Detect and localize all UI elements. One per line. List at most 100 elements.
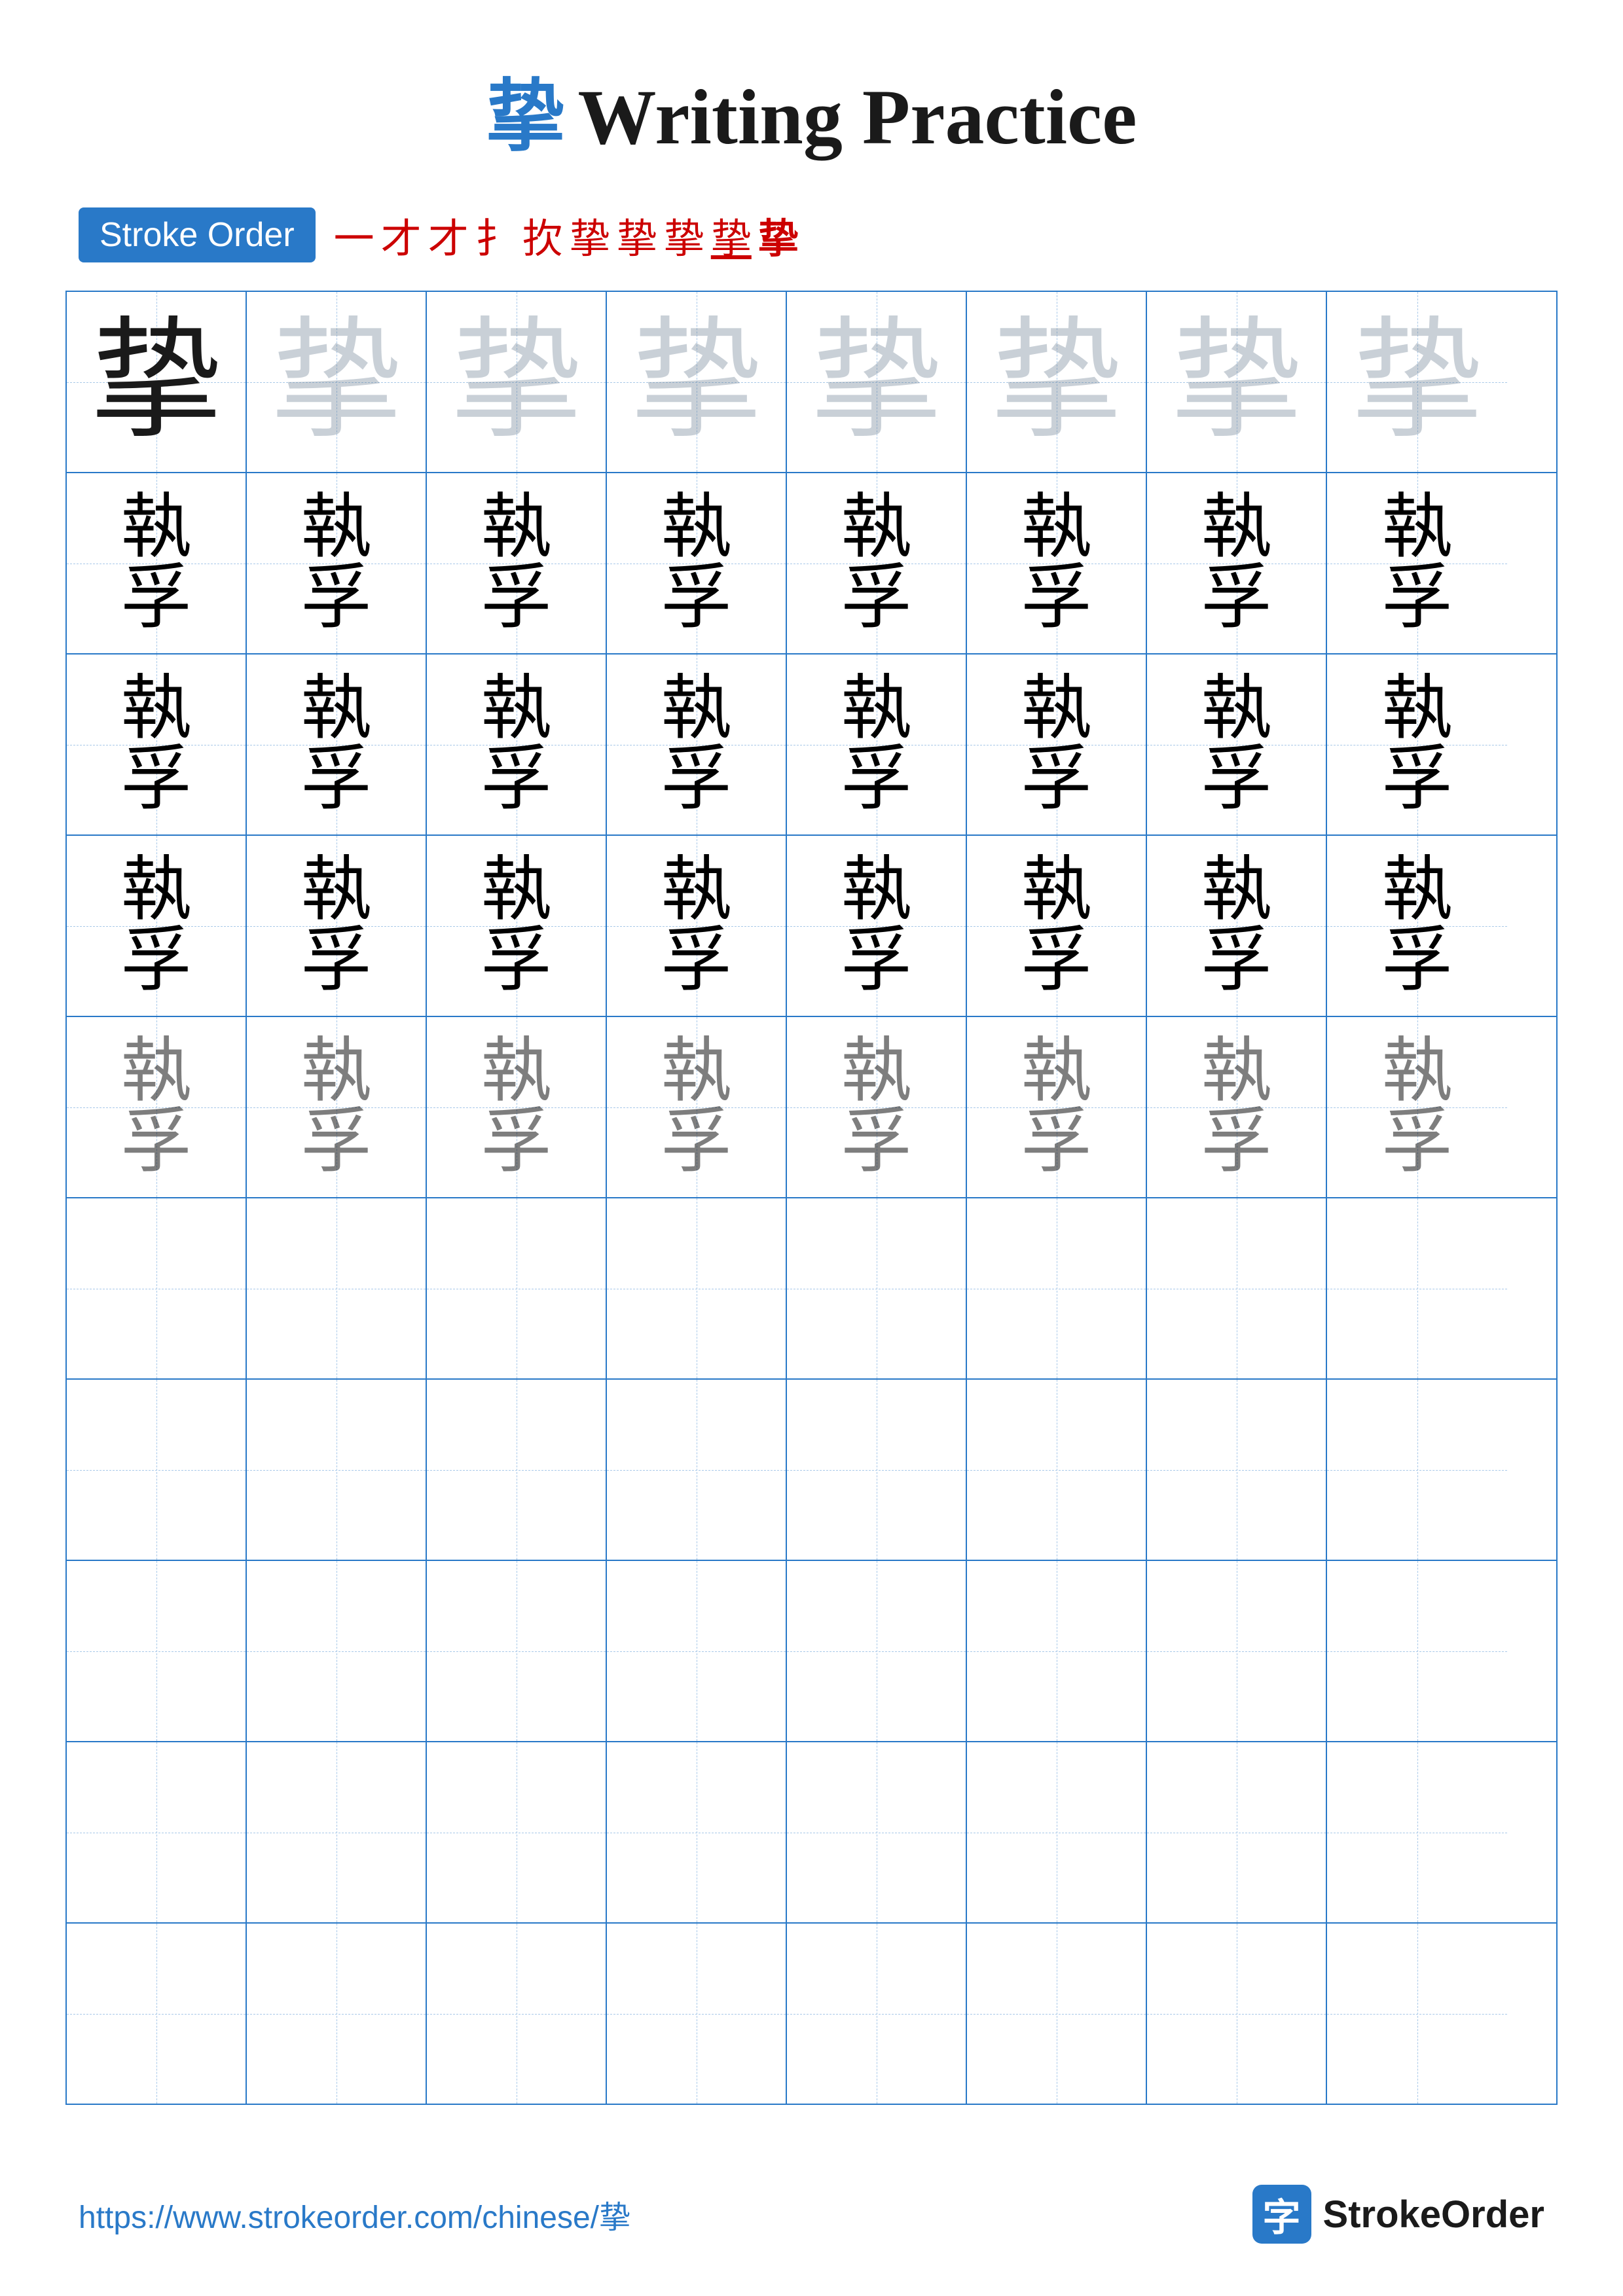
char-top: 執 <box>301 855 371 926</box>
grid-cell-8-3[interactable] <box>427 1561 607 1741</box>
grid-cell-7-6[interactable] <box>967 1380 1147 1560</box>
char-top: 執 <box>1021 674 1091 745</box>
grid-cell-7-8[interactable] <box>1327 1380 1507 1560</box>
char-bot: 孚 <box>120 745 191 816</box>
char-top: 執 <box>1021 855 1091 926</box>
grid-cell-3-1: 執 孚 <box>67 655 247 834</box>
grid-cell-6-5[interactable] <box>787 1198 967 1378</box>
grid-cell-10-2[interactable] <box>247 1924 427 2104</box>
grid-cell-7-2[interactable] <box>247 1380 427 1560</box>
grid-cell-6-2[interactable] <box>247 1198 427 1378</box>
char-top: 執 <box>120 855 191 926</box>
grid-cell-3-4: 執 孚 <box>607 655 787 834</box>
stroke-6: 挚 <box>570 206 610 264</box>
grid-cell-5-6: 執 孚 <box>967 1017 1147 1197</box>
char-top: 執 <box>120 493 191 564</box>
grid-cell-10-7[interactable] <box>1147 1924 1327 2104</box>
grid-row-9 <box>67 1742 1556 1924</box>
grid-cell-8-4[interactable] <box>607 1561 787 1741</box>
grid-cell-3-2: 執 孚 <box>247 655 427 834</box>
grid-cell-8-5[interactable] <box>787 1561 967 1741</box>
char-guide: 挚 <box>630 317 761 448</box>
grid-cell-9-2[interactable] <box>247 1742 427 1922</box>
grid-cell-7-1[interactable] <box>67 1380 247 1560</box>
grid-cell-10-5[interactable] <box>787 1924 967 2104</box>
stroke-3: 才 <box>428 206 469 264</box>
grid-cell-10-1[interactable] <box>67 1924 247 2104</box>
stroke-order-row: Stroke Order 一 才 才 扌 扻 挚 挚 挚 挚 挚 <box>0 206 1623 264</box>
char-bot: 孚 <box>1381 926 1452 997</box>
grid-cell-2-6: 執 孚 <box>967 473 1147 653</box>
char-top: 執 <box>1021 1037 1091 1107</box>
grid-row-3: 執 孚 執 孚 執 孚 執 孚 執 孚 執 孚 執 孚 執 孚 <box>67 655 1556 836</box>
grid-cell-8-8[interactable] <box>1327 1561 1507 1741</box>
grid-cell-6-8[interactable] <box>1327 1198 1507 1378</box>
char-top: 執 <box>1381 1037 1452 1107</box>
char-bot: 孚 <box>120 564 191 634</box>
char-top: 執 <box>1381 674 1452 745</box>
grid-cell-1-2: 挚 <box>247 292 427 472</box>
grid-cell-2-3: 執 孚 <box>427 473 607 653</box>
grid-row-5: 執 孚 執 孚 執 孚 執 孚 執 孚 執 孚 執 孚 執 孚 <box>67 1017 1556 1198</box>
stroke-4: 扌 <box>475 206 516 264</box>
char-bot: 孚 <box>1201 745 1271 816</box>
grid-cell-2-2: 執 孚 <box>247 473 427 653</box>
stroke-order-badge: Stroke Order <box>79 207 316 262</box>
grid-cell-1-7: 挚 <box>1147 292 1327 472</box>
char-bot: 孚 <box>1201 1107 1271 1178</box>
char-top: 執 <box>661 855 731 926</box>
grid-cell-1-1: 挚 <box>67 292 247 472</box>
char-bot: 孚 <box>481 564 551 634</box>
char-dark: 挚 <box>90 317 221 448</box>
char-bot: 孚 <box>1201 564 1271 634</box>
grid-cell-10-3[interactable] <box>427 1924 607 2104</box>
char-top: 執 <box>1201 493 1271 564</box>
grid-cell-4-5: 執 孚 <box>787 836 967 1016</box>
grid-cell-8-6[interactable] <box>967 1561 1147 1741</box>
grid-cell-8-1[interactable] <box>67 1561 247 1741</box>
char-top: 執 <box>661 674 731 745</box>
stroke-1: 一 <box>334 206 374 264</box>
grid-cell-10-8[interactable] <box>1327 1924 1507 2104</box>
grid-cell-2-4: 執 孚 <box>607 473 787 653</box>
grid-cell-9-1[interactable] <box>67 1742 247 1922</box>
char-bot: 孚 <box>841 1107 911 1178</box>
grid-cell-10-6[interactable] <box>967 1924 1147 2104</box>
grid-cell-7-5[interactable] <box>787 1380 967 1560</box>
grid-cell-4-6: 執 孚 <box>967 836 1147 1016</box>
grid-cell-9-8[interactable] <box>1327 1742 1507 1922</box>
grid-cell-6-4[interactable] <box>607 1198 787 1378</box>
stroke-9: 挚 <box>711 206 752 264</box>
footer: https://www.strokeorder.com/chinese/挚 字 … <box>0 2185 1623 2244</box>
char-bot: 孚 <box>1021 926 1091 997</box>
grid-cell-7-3[interactable] <box>427 1380 607 1560</box>
char-bot: 孚 <box>1021 564 1091 634</box>
grid-cell-6-3[interactable] <box>427 1198 607 1378</box>
char-bot: 孚 <box>301 926 371 997</box>
grid-cell-10-4[interactable] <box>607 1924 787 2104</box>
writing-grid: 挚 挚 挚 挚 挚 挚 挚 挚 執 孚 執 孚 <box>65 291 1558 2105</box>
grid-cell-6-7[interactable] <box>1147 1198 1327 1378</box>
grid-cell-5-3: 執 孚 <box>427 1017 607 1197</box>
char-top: 執 <box>1021 493 1091 564</box>
grid-cell-6-6[interactable] <box>967 1198 1147 1378</box>
char-bot: 孚 <box>1381 1107 1452 1178</box>
char-bot: 孚 <box>1381 745 1452 816</box>
char-bot: 孚 <box>841 926 911 997</box>
grid-cell-6-1[interactable] <box>67 1198 247 1378</box>
char-guide: 挚 <box>991 317 1122 448</box>
grid-cell-9-3[interactable] <box>427 1742 607 1922</box>
grid-cell-7-7[interactable] <box>1147 1380 1327 1560</box>
grid-cell-9-7[interactable] <box>1147 1742 1327 1922</box>
grid-cell-9-6[interactable] <box>967 1742 1147 1922</box>
char-bot: 孚 <box>120 926 191 997</box>
grid-row-8 <box>67 1561 1556 1742</box>
footer-url[interactable]: https://www.strokeorder.com/chinese/挚 <box>79 2191 630 2237</box>
grid-cell-5-8: 執 孚 <box>1327 1017 1507 1197</box>
grid-cell-9-5[interactable] <box>787 1742 967 1922</box>
grid-cell-7-4[interactable] <box>607 1380 787 1560</box>
grid-cell-8-2[interactable] <box>247 1561 427 1741</box>
grid-cell-8-7[interactable] <box>1147 1561 1327 1741</box>
grid-cell-9-4[interactable] <box>607 1742 787 1922</box>
char-top: 執 <box>481 855 551 926</box>
